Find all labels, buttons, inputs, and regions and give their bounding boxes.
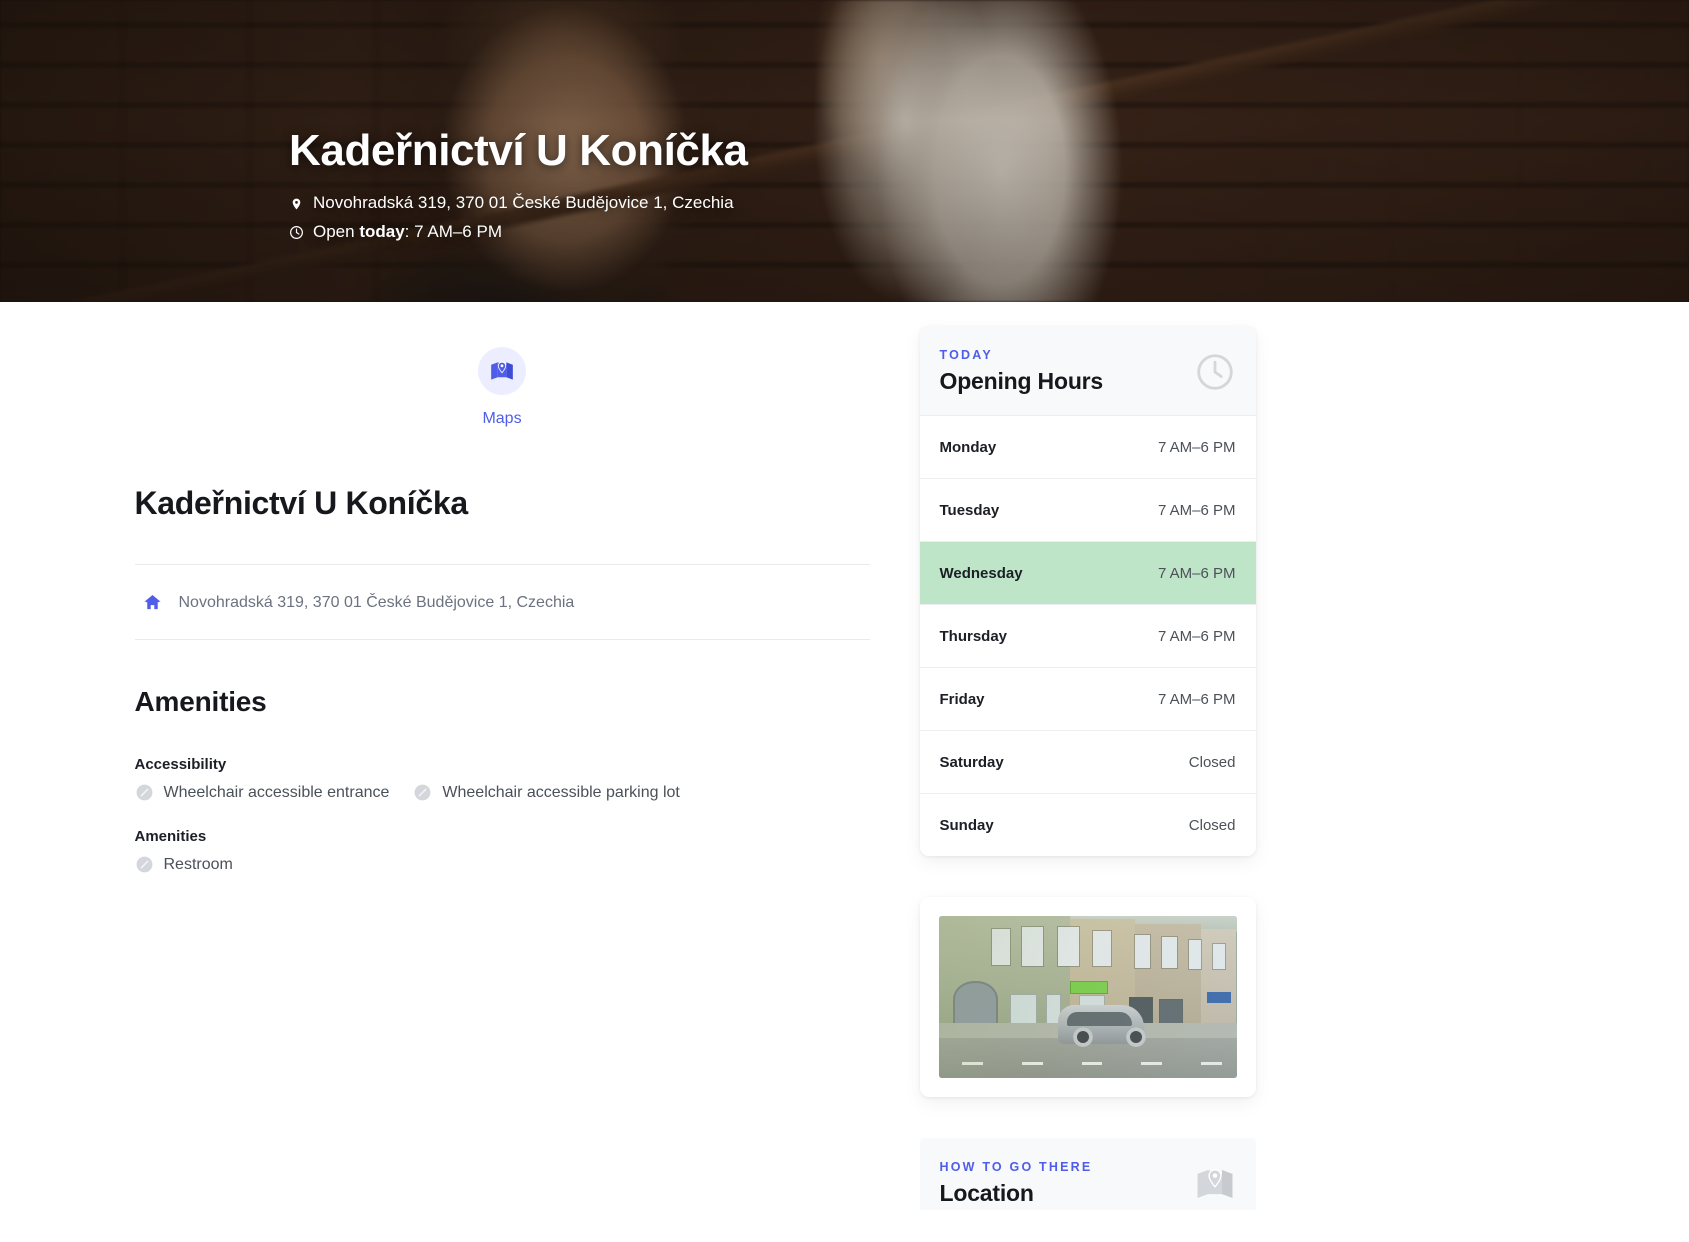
hours-value: 7 AM–6 PM [1157,564,1236,582]
location-card: HOW TO GO THERE Location [919,1138,1256,1210]
ban-icon [413,783,432,802]
storefront-photo[interactable] [938,916,1237,1078]
amenity-item-list: Wheelchair accessible entrance Wheelchai… [135,783,870,802]
hours-day: Friday [939,690,985,708]
amenity-label: Wheelchair accessible parking lot [442,783,680,801]
hours-value: Closed [1188,753,1236,771]
location-card-clip: HOW TO GO THERE Location [919,1138,1256,1210]
amenities-heading: Amenities [134,686,267,717]
hours-row-friday: Friday 7 AM–6 PM [919,667,1256,730]
ban-icon [135,855,154,874]
maps-icon [1194,1163,1236,1205]
hours-value: 7 AM–6 PM [1157,438,1236,456]
hours-value: 7 AM–6 PM [1157,627,1236,645]
hero-address-row: Novohradská 319, 370 01 České Budějovice… [289,189,748,218]
hours-day: Sunday [939,816,994,834]
opening-hours-eyebrow: TODAY [939,348,993,362]
hours-value: 7 AM–6 PM [1157,501,1236,519]
location-header-text: HOW TO GO THERE Location [940,1160,1093,1207]
clock-icon [1194,351,1236,393]
ban-icon [135,783,154,802]
main-column: Maps Kadeřnictví U Koníčka Novohradská 3… [134,302,870,1210]
hero-hours-text: Open today: 7 AM–6 PM [313,218,502,247]
hero-overlay [0,0,1689,302]
hours-row-sunday: Sunday Closed [919,793,1256,856]
page-body: Maps Kadeřnictví U Koníčka Novohradská 3… [0,302,1689,1242]
hours-value: Closed [1188,816,1236,834]
amenity-item: Restroom [135,855,233,874]
amenity-label: Restroom [163,855,233,873]
business-name-heading: Kadeřnictví U Koníčka [134,485,469,521]
amenity-label: Wheelchair accessible entrance [163,783,390,801]
hero-content: Kadeřnictví U Koníčka Novohradská 319, 3… [289,126,748,247]
location-eyebrow: HOW TO GO THERE [939,1160,1093,1174]
amenity-item: Wheelchair accessible parking lot [413,783,680,802]
divider-bottom [134,639,870,640]
hours-value: 7 AM–6 PM [1157,690,1236,708]
location-header: HOW TO GO THERE Location [919,1138,1256,1210]
hours-row-wednesday: Wednesday 7 AM–6 PM [919,541,1256,604]
page-title: Kadeřnictví U Koníčka [289,126,748,175]
maps-icon[interactable] [478,347,526,395]
hours-row-thursday: Thursday 7 AM–6 PM [919,604,1256,667]
opening-hours-card: TODAY Opening Hours Monday 7 AM–6 PM Tue… [919,326,1256,856]
hero-hours-colon: : [404,222,415,242]
home-icon [143,593,162,612]
hours-row-tuesday: Tuesday 7 AM–6 PM [919,478,1256,541]
storefront-photo-tint [938,916,1237,1078]
opening-hours-header: TODAY Opening Hours [919,326,1256,415]
amenity-group-heading: Amenities [134,828,207,845]
hours-day: Wednesday [939,564,1023,582]
amenity-group-accessibility: Accessibility Wheelchair accessible entr… [135,756,870,802]
hours-day: Thursday [939,627,1008,645]
amenity-group-heading: Accessibility [134,756,227,773]
opening-hours-header-text: TODAY Opening Hours [940,348,1104,395]
amenity-group-amenities: Amenities Restroom [135,828,870,874]
hours-day: Tuesday [939,501,1000,519]
clock-icon [289,224,304,241]
amenity-item: Wheelchair accessible entrance [135,783,390,802]
maps-label[interactable]: Maps [482,410,521,428]
address-text: Novohradská 319, 370 01 České Budějovice… [178,593,575,611]
hero-hours-row: Open today: 7 AM–6 PM [289,218,748,247]
hero-banner: Kadeřnictví U Koníčka Novohradská 319, 3… [0,0,1689,302]
hero-address-text: Novohradská 319, 370 01 České Budějovice… [313,193,734,213]
storefront-photo-card[interactable] [919,897,1256,1097]
sidebar: TODAY Opening Hours Monday 7 AM–6 PM Tue… [919,302,1256,1210]
amenity-item-list: Restroom [135,855,870,874]
hero-hours-value: 7 AM–6 PM [414,222,502,242]
opening-hours-heading: Opening Hours [939,368,1104,394]
hours-row-saturday: Saturday Closed [919,730,1256,793]
hours-row-monday: Monday 7 AM–6 PM [919,415,1256,478]
hero-hours-prefix: Open [313,222,360,242]
map-pin-icon [289,195,304,212]
address-row[interactable]: Novohradská 319, 370 01 České Budějovice… [135,565,870,639]
location-heading: Location [939,1180,1034,1206]
hero-hours-today-word: today [359,222,405,242]
maps-link[interactable]: Maps [452,326,552,428]
hours-day: Monday [939,438,997,456]
content-wrapper: Maps Kadeřnictví U Koníčka Novohradská 3… [134,302,1555,1210]
hours-day: Saturday [939,753,1004,771]
